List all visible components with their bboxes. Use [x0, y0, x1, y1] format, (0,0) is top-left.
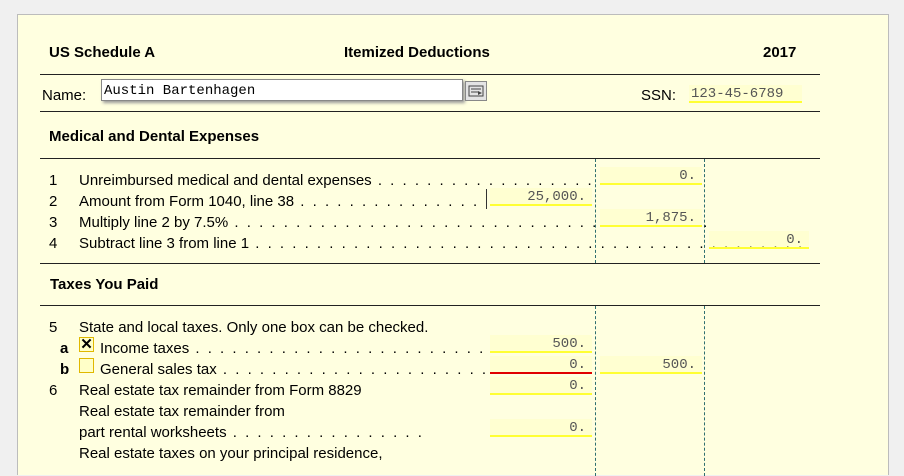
name-label: Name: [42, 87, 87, 104]
divider [40, 263, 820, 264]
line-5-label: State and local taxes. Only one box can … [79, 319, 429, 336]
form-title: Itemized Deductions [344, 44, 490, 61]
medical-section-title: Medical and Dental Expenses [49, 128, 260, 145]
line-1-label: Unreimbursed medical and dental expenses… [79, 172, 668, 189]
lookup-icon [468, 85, 484, 97]
income-taxes-checkbox[interactable]: ✕ [79, 337, 94, 352]
line-sub-letter: a [60, 340, 69, 357]
line-4-label: Subtract line 3 from line 1 . . . . . . … [79, 235, 804, 252]
column-divider [486, 189, 487, 209]
divider [40, 305, 820, 306]
line-number: 3 [49, 214, 58, 231]
line-number: 2 [49, 193, 58, 210]
name-input[interactable]: Austin Bartenhagen [101, 79, 463, 101]
column-divider [704, 306, 705, 476]
leader-dots: . . . . . . . . . . . . . . . . [226, 424, 424, 441]
line-number: 1 [49, 172, 58, 189]
line-label: Income taxes [100, 340, 190, 357]
line-number: 6 [49, 382, 58, 399]
line-label: Unreimbursed medical and dental expenses [79, 172, 372, 189]
line-sub-letter: b [60, 361, 70, 378]
line-2-field[interactable]: 25,000. [490, 188, 592, 206]
line-6b-field[interactable]: 0. [490, 419, 592, 437]
line-6b-label-2: part rental worksheets . . . . . . . . .… [79, 424, 424, 441]
line-4-field[interactable]: 0. [709, 231, 809, 249]
name-lookup-button[interactable] [465, 81, 487, 101]
line-label: part rental worksheets [79, 424, 227, 441]
line-5a-field[interactable]: 500. [490, 335, 592, 353]
ssn-label: SSN: [641, 87, 677, 104]
line-label: Subtract line 3 from line 1 [79, 235, 250, 252]
line-6-label: Real estate tax remainder from Form 8829 [79, 382, 362, 399]
line-5b-field[interactable]: 0. [490, 356, 592, 374]
taxes-section-title: Taxes You Paid [50, 276, 159, 293]
line-1-field[interactable]: 0. [600, 167, 702, 185]
leader-dots: . . . . . . . . . . . . . . . [294, 193, 480, 210]
line-5-total-field[interactable]: 500. [600, 356, 702, 374]
line-6b-label-1: Real estate tax remainder from [79, 403, 285, 420]
line-6-field[interactable]: 0. [490, 377, 592, 395]
line-label: Amount from Form 1040, line 38 [79, 193, 295, 210]
leader-dots: . . . . . . . . . . . . . . . . . . . . … [216, 361, 501, 378]
line-5b-label: General sales tax . . . . . . . . . . . … [100, 361, 500, 378]
tax-year: 2017 [763, 44, 797, 61]
line-number: 4 [49, 235, 58, 252]
divider [40, 158, 820, 159]
line-2-label: Amount from Form 1040, line 38 . . . . .… [79, 193, 479, 210]
column-divider [595, 306, 596, 476]
general-sales-tax-checkbox[interactable] [79, 358, 94, 373]
line-number: 5 [49, 319, 58, 336]
schedule-a-form: US Schedule A Itemized Deductions 2017 N… [17, 14, 889, 476]
divider [40, 111, 820, 112]
line-label: General sales tax [100, 361, 217, 378]
form-name: US Schedule A [49, 44, 156, 61]
divider [40, 74, 820, 75]
line-6c-label: Real estate taxes on your principal resi… [79, 445, 383, 462]
line-3-field[interactable]: 1,875. [600, 209, 702, 227]
line-label: Multiply line 2 by 7.5% [79, 214, 229, 231]
ssn-field[interactable]: 123-45-6789 [689, 85, 802, 103]
